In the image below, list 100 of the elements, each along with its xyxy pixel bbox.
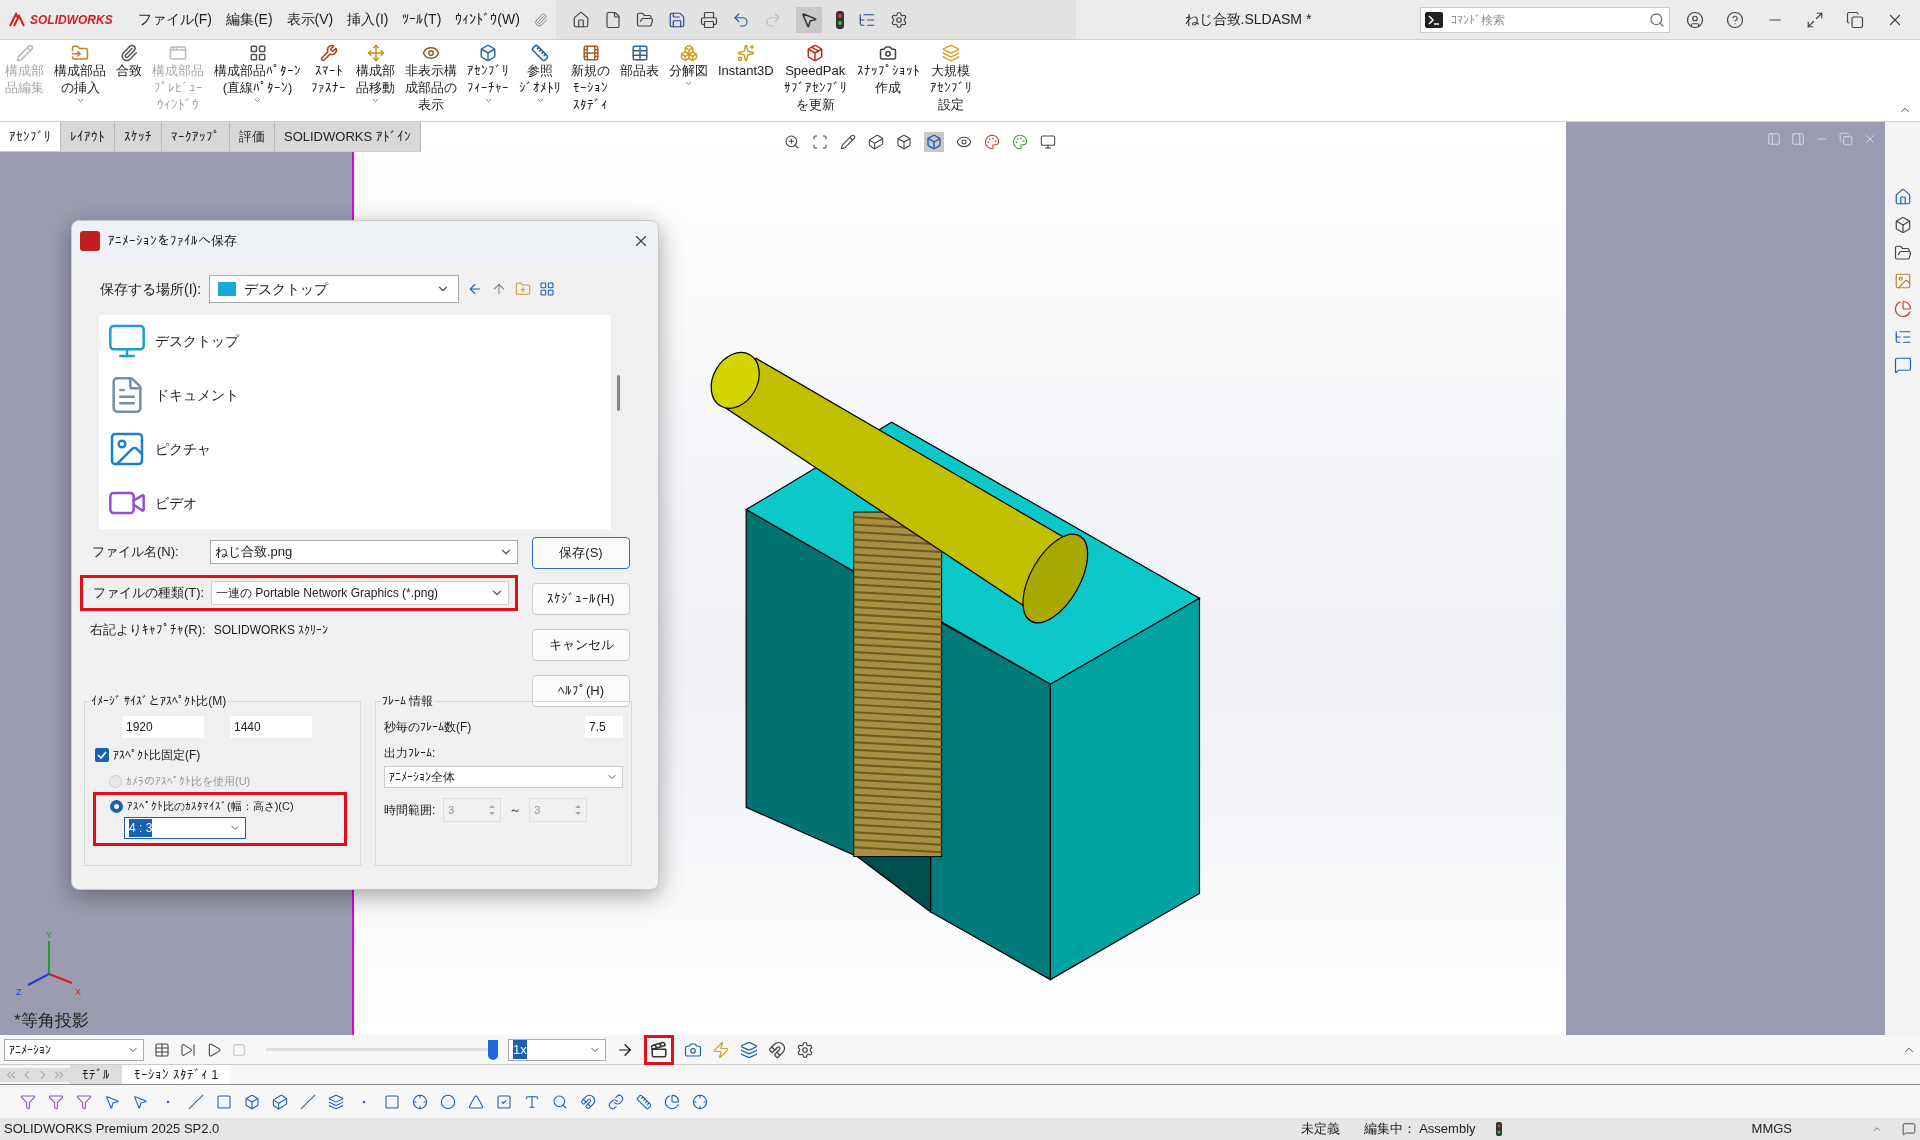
home-icon[interactable] (1893, 188, 1912, 206)
palette-icon[interactable] (984, 134, 1000, 150)
cuboid-icon[interactable] (272, 1093, 288, 1110)
filter-icon[interactable] (20, 1093, 36, 1110)
file-type-dropdown[interactable]: 一連の Portable Network Graphics (*.png) (211, 581, 509, 605)
height-field[interactable]: 1440 (230, 716, 312, 738)
file-list-item[interactable]: ビデオ (99, 479, 611, 527)
comment-icon[interactable] (1893, 356, 1912, 374)
save-icon[interactable] (667, 10, 686, 29)
zoom-area-icon[interactable] (812, 134, 828, 150)
menu-item[interactable]: ファイル(F) (138, 9, 212, 30)
ribbon-button[interactable]: ｽﾅｯﾌﾟｼｮｯﾄ 作成 (851, 40, 925, 96)
help-icon[interactable] (1726, 10, 1744, 29)
command-search-box[interactable]: ｺﾏﾝﾄﾞ検索 (1420, 6, 1670, 33)
line-icon[interactable] (188, 1093, 204, 1110)
ribbon-button[interactable]: 構成部品 の挿入 (49, 40, 111, 105)
open-folder-icon[interactable] (635, 10, 654, 29)
folder-icon[interactable] (1893, 244, 1912, 262)
file-list-item[interactable]: ピクチャ (99, 425, 611, 473)
save-animation-button[interactable] (644, 1034, 674, 1065)
print-icon[interactable] (699, 10, 718, 29)
ribbon-button[interactable]: 構成部品ﾊﾟﾀｰﾝ (直線ﾊﾟﾀｰﾝ) (209, 40, 306, 105)
layers-icon[interactable] (740, 1040, 758, 1059)
command-tab[interactable]: ﾚｲｱｳﾄ (61, 122, 115, 151)
zoom-icon[interactable] (784, 134, 800, 150)
check-icon[interactable] (496, 1093, 512, 1110)
study-tab[interactable]: ﾓｰｼｮﾝ ｽﾀﾃﾞｨ 1 (122, 1065, 231, 1084)
ribbon-button[interactable]: 参照 ｼﾞｵﾒﾄﾘ (514, 40, 566, 105)
target-icon[interactable] (692, 1093, 708, 1110)
cube-icon[interactable] (244, 1093, 260, 1110)
ribbon-button[interactable]: 新規の ﾓｰｼｮﾝ ｽﾀﾃﾞｨ (566, 40, 615, 113)
home-icon[interactable] (571, 10, 590, 29)
scrollbar-thumb[interactable] (616, 375, 620, 411)
axis-icon[interactable] (300, 1093, 316, 1110)
filter-icon[interactable] (76, 1093, 92, 1110)
menu-item[interactable]: ｳｨﾝﾄﾞｳ(W) (455, 9, 520, 30)
output-frames-dropdown[interactable]: ｱﾆﾒｰｼｮﾝ全体 (384, 766, 623, 788)
pencil-icon[interactable] (840, 134, 856, 150)
speed-dropdown[interactable]: 1x (508, 1038, 606, 1061)
cursor-icon[interactable] (132, 1093, 148, 1110)
filter-icon[interactable] (48, 1093, 64, 1110)
radio-button[interactable] (110, 799, 123, 813)
menu-item[interactable]: 挿入(I) (347, 9, 389, 30)
ribbon-button[interactable]: 分解図 (664, 40, 713, 88)
play-icon[interactable] (206, 1041, 222, 1058)
menu-item[interactable]: 表示(V) (286, 9, 334, 30)
list-icon[interactable] (1893, 328, 1912, 346)
width-field[interactable]: 1920 (122, 716, 204, 738)
select-tool-button[interactable] (795, 6, 822, 33)
ribbon-button[interactable]: 合致 (111, 40, 147, 79)
crosshair-icon[interactable] (412, 1093, 428, 1110)
ruler-icon[interactable] (636, 1093, 652, 1110)
table-icon[interactable] (154, 1041, 170, 1058)
settings-icon[interactable] (796, 1040, 814, 1059)
picture-icon[interactable] (1893, 272, 1912, 290)
ribbon-button[interactable]: ｱｾﾝﾌﾞﾘ ﾌｨｰﾁｬｰ (462, 40, 514, 105)
pie-chart-icon[interactable] (1893, 300, 1912, 318)
search-icon[interactable] (1649, 11, 1665, 28)
magnet-icon[interactable] (768, 1040, 786, 1059)
command-tab[interactable]: ｱｾﾝﾌﾞﾘ (0, 122, 61, 151)
magnet-icon[interactable] (580, 1093, 596, 1110)
command-tab[interactable]: SOLIDWORKS ｱﾄﾞｲﾝ (275, 122, 421, 151)
text-icon[interactable] (524, 1093, 540, 1110)
section-view-icon[interactable] (868, 134, 884, 150)
dialog-button[interactable]: 保存(S) (532, 537, 630, 569)
search-icon[interactable] (552, 1093, 568, 1110)
cursor-icon[interactable] (104, 1093, 120, 1110)
traffic-light-icon[interactable] (835, 10, 844, 29)
command-tab[interactable]: ｽｹｯﾁ (115, 122, 162, 151)
dialog-button[interactable]: ﾍﾙﾌﾟ(H) (532, 675, 630, 707)
settings-icon[interactable] (889, 10, 908, 29)
ribbon-button[interactable]: 非表示構 成部品の 表示 (400, 40, 462, 113)
circle-icon[interactable] (440, 1093, 456, 1110)
timeline-slider[interactable] (266, 1039, 498, 1060)
command-tab[interactable]: 評価 (230, 122, 275, 151)
filename-field[interactable]: ねじ合致.png (210, 540, 518, 564)
file-list-item[interactable]: デスクトップ (99, 317, 611, 365)
expand-icon[interactable] (1806, 10, 1824, 29)
location-dropdown[interactable]: デスクトップ (209, 275, 460, 303)
command-tab[interactable]: ﾏｰｸｱｯﾌﾟ (162, 122, 230, 151)
ribbon-button[interactable]: 構成部 品移動 (351, 40, 400, 105)
camera-icon[interactable] (684, 1040, 702, 1059)
scene-icon[interactable] (1012, 134, 1028, 150)
view-orientation-icon[interactable] (896, 134, 912, 150)
command-search-field[interactable]: ｺﾏﾝﾄﾞ検索 (1451, 10, 1641, 29)
eye-icon[interactable] (956, 134, 972, 150)
message-icon[interactable] (1902, 1122, 1916, 1136)
view-menu-icon[interactable] (539, 281, 556, 297)
dialog-button[interactable]: キャンセル (532, 629, 630, 661)
display-style-button[interactable] (924, 132, 944, 152)
menu-item[interactable]: 編集(E) (225, 9, 273, 30)
user-icon[interactable] (1686, 10, 1704, 29)
pie-chart-icon[interactable] (664, 1093, 680, 1110)
ribbon-button[interactable]: Instant3D (713, 40, 779, 79)
restore-icon[interactable] (1846, 10, 1864, 29)
study-tab[interactable]: ﾓﾃﾞﾙ (70, 1065, 122, 1084)
triangle-icon[interactable] (468, 1093, 484, 1110)
ratio-dropdown[interactable]: 4 : 3 (124, 817, 246, 839)
box-icon[interactable] (1893, 216, 1912, 234)
undo-icon[interactable] (731, 10, 750, 29)
